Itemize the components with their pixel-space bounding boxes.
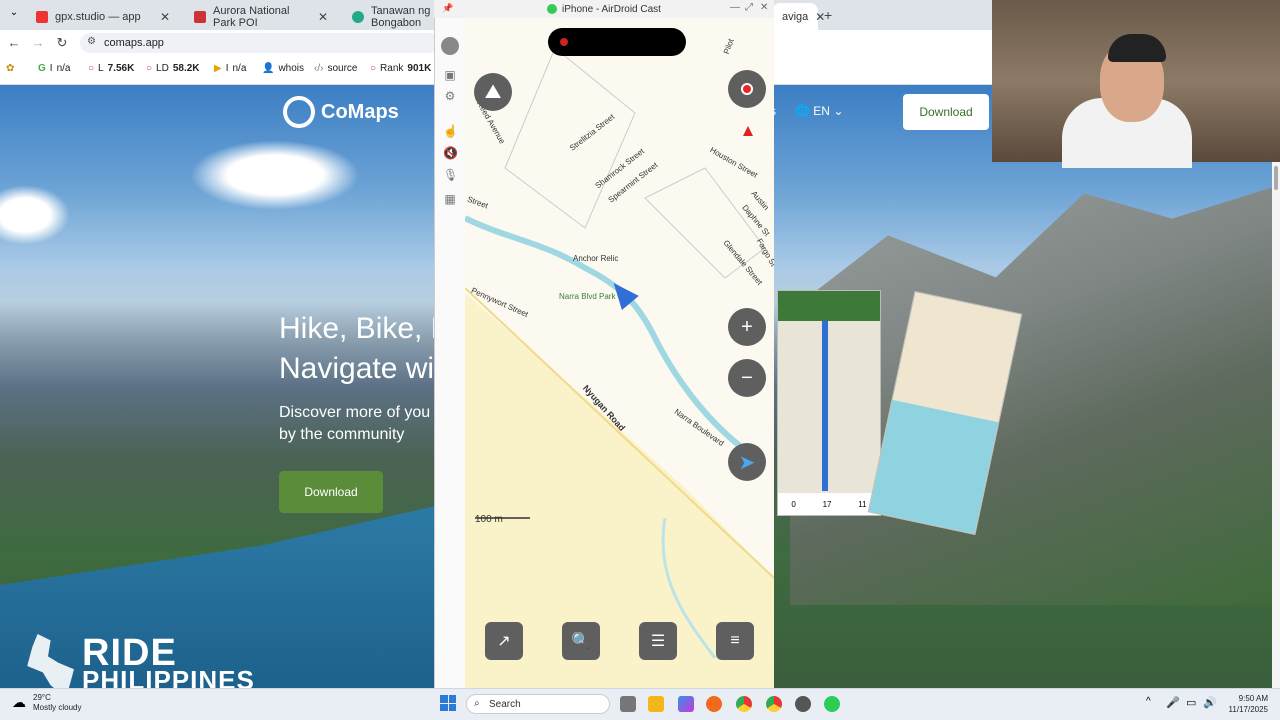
file-explorer-icon[interactable] <box>648 696 664 712</box>
terrain-layer-button[interactable]: ⛰ <box>474 73 512 111</box>
map-view[interactable]: Strelitzia Street Shamrock Street Spearm… <box>465 18 774 688</box>
gpx-favicon-icon <box>36 10 48 23</box>
comaps-logo-icon <box>283 96 315 128</box>
bookmarks-list-icon: ☰ <box>650 633 666 650</box>
record-icon <box>741 83 753 95</box>
maps-favicon-icon <box>352 10 364 23</box>
page-scrollbar[interactable] <box>1272 162 1280 688</box>
map-geometry <box>465 47 774 688</box>
menu-button[interactable]: ≡ <box>716 622 754 660</box>
close-icon[interactable]: ✕ <box>318 10 328 24</box>
ext-linking-domains[interactable]: ○ LD 58.2K <box>146 63 200 74</box>
screenshot-icon[interactable]: ▦ <box>443 192 457 206</box>
tab-tanawan[interactable]: Tanawan ng Bongabon <box>342 3 442 30</box>
tab-comaps-active[interactable]: aviga ✕ <box>772 3 825 30</box>
ext-rank[interactable]: ○ Rank 901K <box>370 63 431 74</box>
pin-icon[interactable]: 📌 <box>442 3 453 14</box>
weather-widget[interactable]: 29°C Mostly cloudy <box>33 693 81 713</box>
airdroid-title-bar: 📌 iPhone - AirDroid Cast — ⤢ ✕ <box>434 0 774 18</box>
airdroid-logo-icon <box>547 4 558 14</box>
record-track-button[interactable] <box>728 70 766 108</box>
route-icon: ↗ <box>497 633 511 650</box>
tab-gpx-studio[interactable]: gpx.studio — app ✕ <box>26 3 180 30</box>
close-icon[interactable]: ✕ <box>160 10 170 24</box>
close-icon[interactable]: ✕ <box>760 2 768 13</box>
route-button[interactable]: ↗ <box>485 622 523 660</box>
hero-download-button[interactable]: Download <box>279 471 383 513</box>
windows-start-icon[interactable] <box>440 695 456 711</box>
compass-icon[interactable] <box>743 126 753 136</box>
task-view-icon[interactable] <box>620 696 636 712</box>
forward-icon[interactable]: → <box>30 35 46 50</box>
language-selector[interactable]: 🌐 EN ⌄ <box>795 104 843 118</box>
volume-icon[interactable]: 🔊 <box>1203 696 1217 709</box>
bookmarks-button[interactable]: ☰ <box>639 622 677 660</box>
system-clock[interactable]: 9:50 AM 11/17/2025 <box>1222 693 1268 715</box>
person-cap-image <box>1108 34 1166 62</box>
hamburger-menu-icon: ≡ <box>730 632 740 649</box>
navigation-arrow-icon: ➤ <box>738 451 756 474</box>
mute-icon[interactable]: 🔇 <box>443 146 458 160</box>
zoom-out-button[interactable]: − <box>728 359 766 397</box>
copilot-icon[interactable] <box>678 696 694 712</box>
plus-icon: + <box>741 315 753 338</box>
my-location-button[interactable]: ➤ <box>728 443 766 481</box>
airdroid-taskbar-icon[interactable] <box>824 696 840 712</box>
comaps-logo[interactable]: CoMaps <box>283 96 399 128</box>
taskbar-search[interactable]: ⌕ Search <box>466 694 610 714</box>
reload-icon[interactable]: ↻ <box>54 35 70 51</box>
mountain-icon: ⛰ <box>484 80 502 103</box>
tab-search-icon[interactable]: ⌄ <box>6 7 22 23</box>
ext-links[interactable]: ○ L 7.56K <box>88 63 134 74</box>
hero-subtitle: Discover more of you by the community <box>279 404 431 443</box>
ext-bing-index[interactable]: ▶ In/a <box>214 63 246 74</box>
chrome-icon[interactable] <box>736 696 752 712</box>
cloud-image <box>190 140 360 210</box>
hero-title-line2: Navigate wit <box>279 352 443 385</box>
touch-icon[interactable]: ☝ <box>443 124 458 138</box>
microphone-icon[interactable]: 🎤 <box>1166 696 1180 709</box>
lake-image <box>0 505 440 688</box>
weather-cloud-icon[interactable]: ☁ <box>12 694 26 711</box>
chevron-up-icon[interactable]: ^ <box>1146 696 1151 707</box>
site-info-icon[interactable]: ⚙ <box>87 36 96 47</box>
ext-whois[interactable]: 👤 whois <box>262 63 304 74</box>
dynamic-island <box>548 28 686 56</box>
mic-off-icon[interactable]: 🎙 <box>443 168 458 182</box>
minus-icon: − <box>741 366 753 389</box>
hero-title-line1: Hike, Bike, D <box>279 312 453 345</box>
aurora-favicon-icon <box>194 10 206 23</box>
cloud-image <box>0 185 70 245</box>
scale-bar: 100 m <box>475 514 503 525</box>
settings-icon[interactable]: ⚙ <box>443 89 457 103</box>
zoom-in-button[interactable]: + <box>728 308 766 346</box>
windows-taskbar <box>0 688 1280 720</box>
chrome-profile-icon[interactable] <box>766 696 782 712</box>
ext-index[interactable]: G In/a <box>38 63 70 74</box>
chevron-down-icon: ⌄ <box>833 104 844 118</box>
recording-indicator-icon <box>560 38 568 46</box>
screen-icon[interactable]: ▣ <box>443 68 457 82</box>
address-bar[interactable]: ⚙ comaps.app <box>80 33 440 53</box>
poi-anchor-relic[interactable]: Anchor Relic <box>573 254 618 263</box>
new-tab-icon[interactable]: + <box>824 7 832 23</box>
app-preview-navigation: 0 17 11 <box>777 290 881 516</box>
firefox-icon[interactable] <box>706 696 722 712</box>
network-icon[interactable]: ▭ <box>1186 696 1196 709</box>
search-icon: 🔍 <box>571 633 591 650</box>
globe-icon: 🌐 <box>795 104 810 118</box>
airdroid-sidebar <box>435 18 465 688</box>
tab-aurora-poi[interactable]: Aurora National Park POI ✕ <box>184 3 338 30</box>
minimize-icon[interactable]: — <box>730 2 740 13</box>
obs-icon[interactable] <box>795 696 811 712</box>
back-icon[interactable]: ← <box>6 35 22 50</box>
maximize-icon[interactable]: ⤢ <box>745 2 753 13</box>
search-button[interactable]: 🔍 <box>562 622 600 660</box>
ext-source[interactable]: ‹/› source <box>314 63 357 74</box>
account-icon[interactable] <box>441 37 459 55</box>
search-icon: ⌕ <box>474 698 480 709</box>
extension-icon[interactable]: ✿ <box>6 63 14 74</box>
header-download-button[interactable]: Download <box>903 94 989 130</box>
